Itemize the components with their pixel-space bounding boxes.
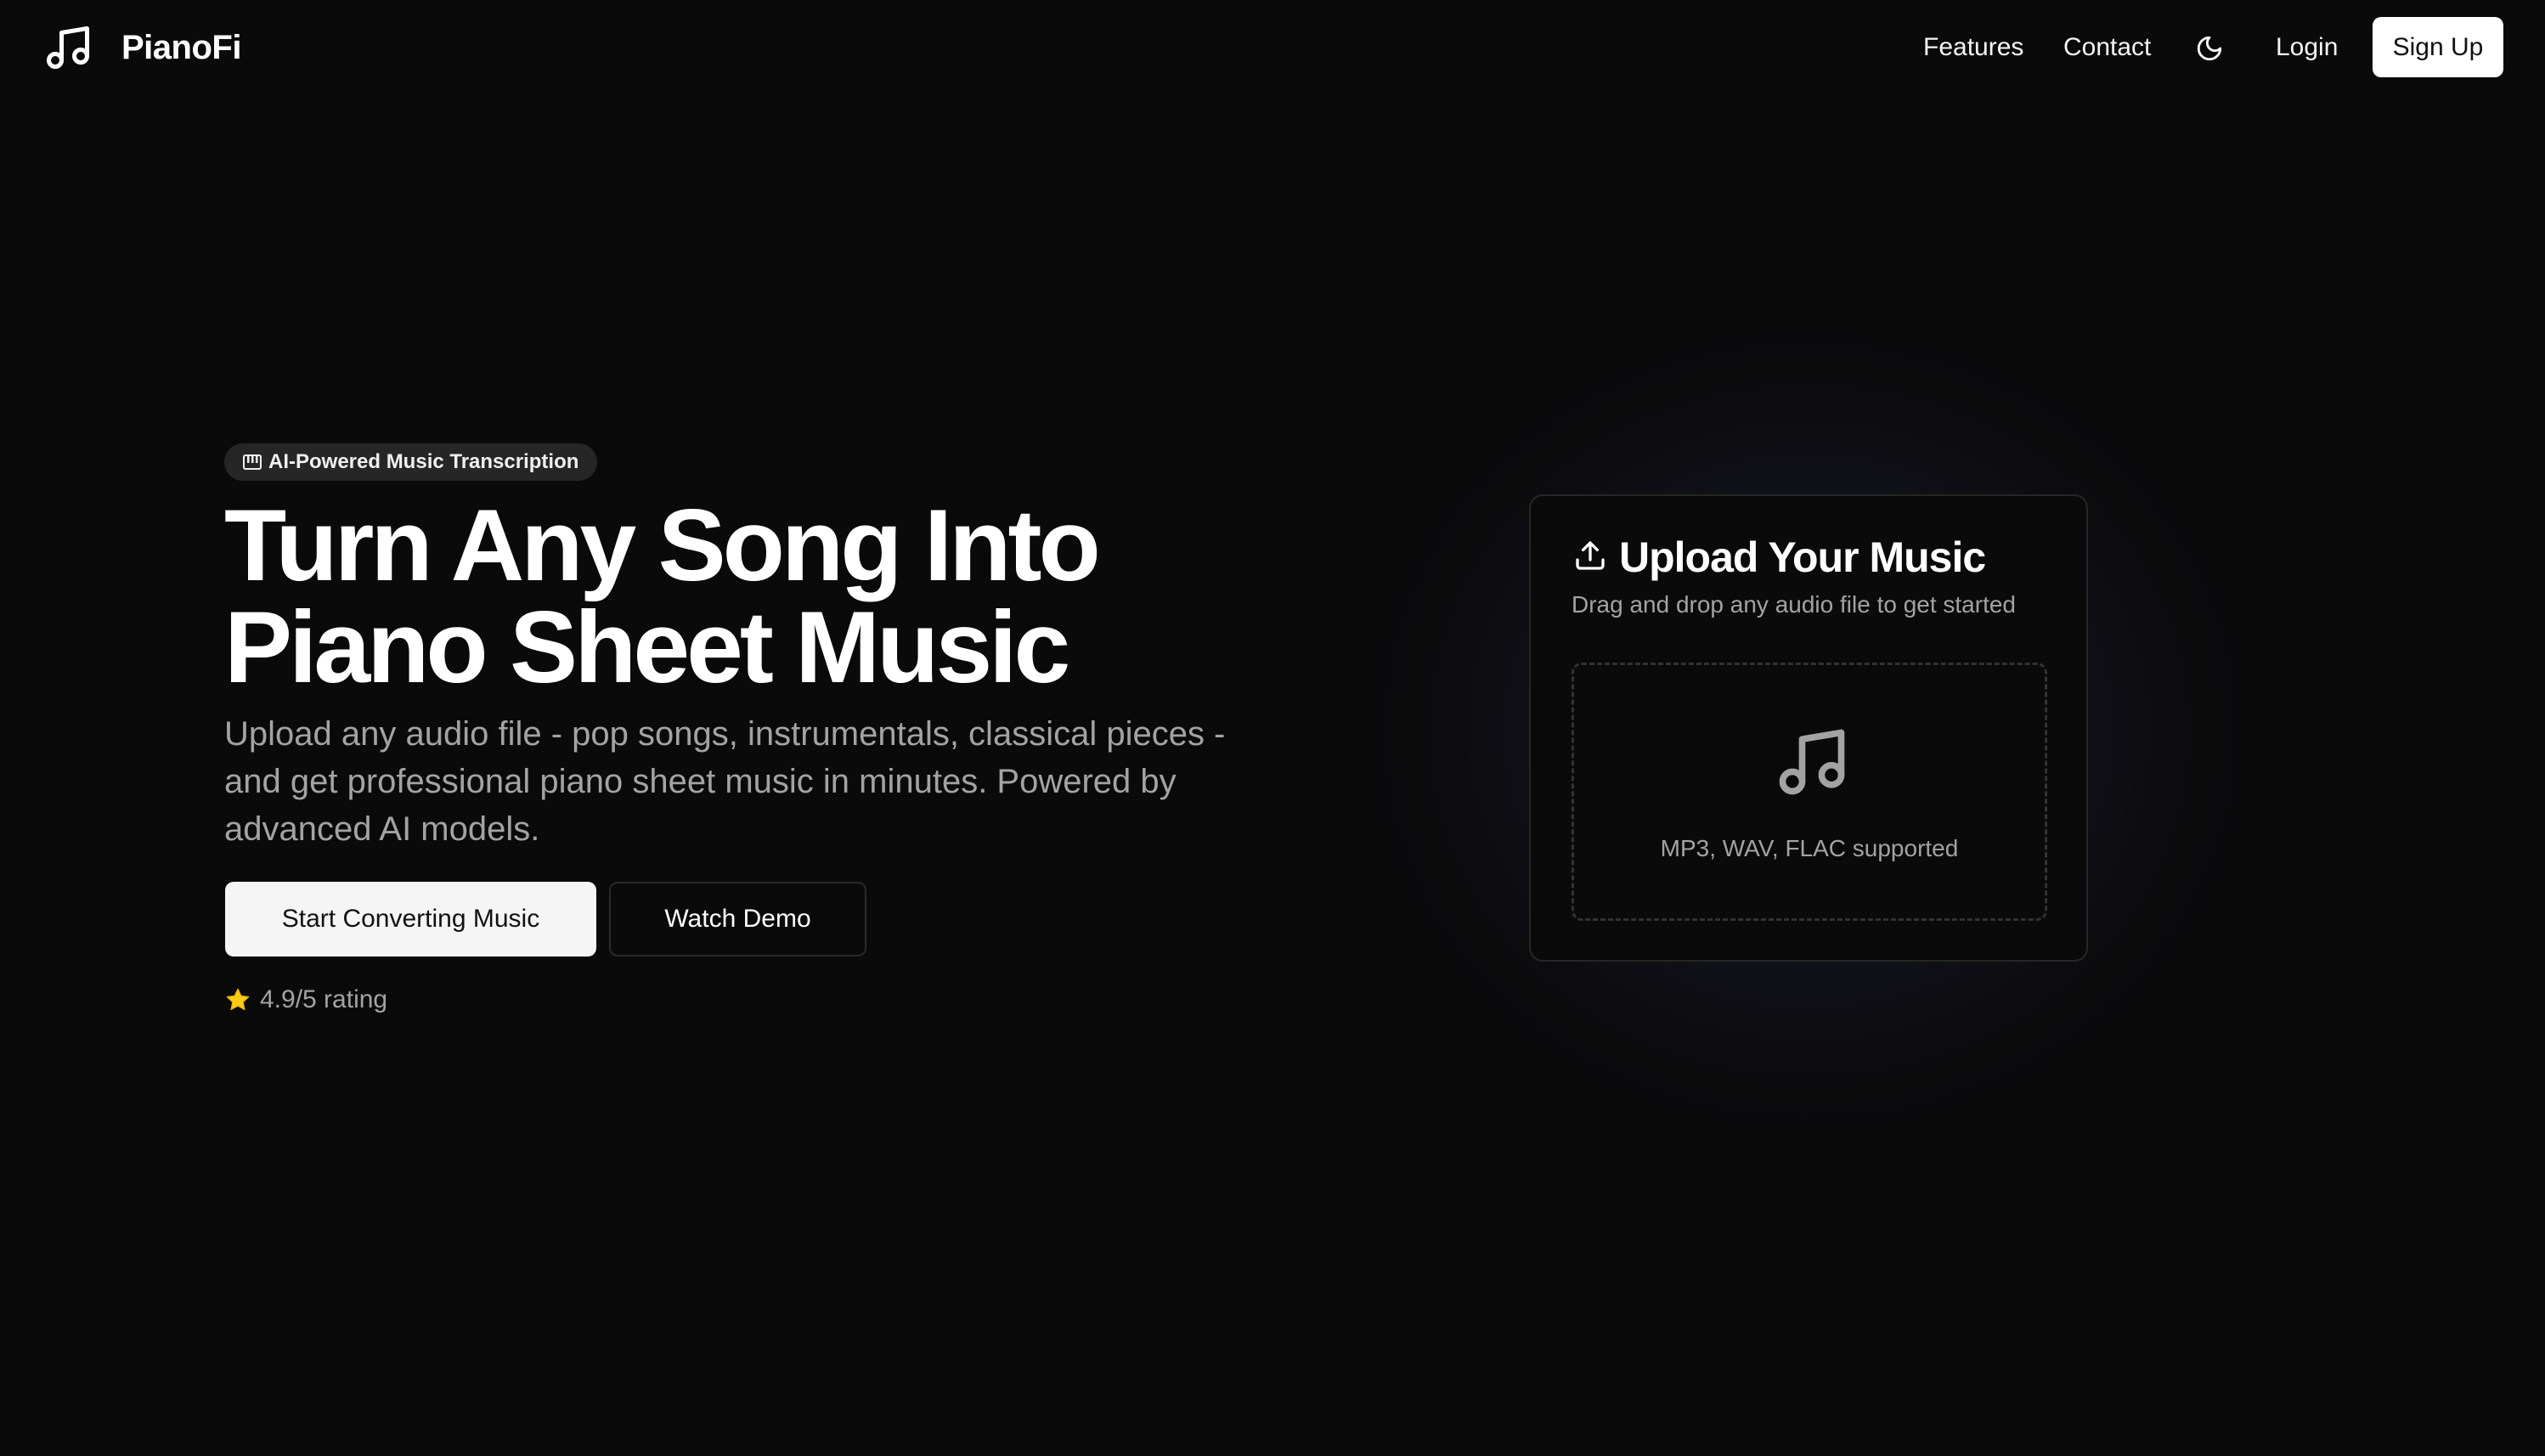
watch-demo-button[interactable]: Watch Demo: [609, 882, 866, 957]
upload-icon: [1576, 541, 1605, 570]
piano-keys-icon: [243, 454, 262, 470]
login-link[interactable]: Login: [2276, 29, 2338, 66]
upload-card-title: Upload Your Music: [1619, 533, 1986, 581]
nav-contact-link[interactable]: Contact: [2063, 29, 2151, 66]
music-note-icon[interactable]: [42, 22, 93, 73]
nav-features-link[interactable]: Features: [1923, 29, 2023, 66]
feature-badge: AI-Powered Music Transcription: [224, 443, 598, 481]
hero-title: Turn Any Song Into Piano Sheet Music: [224, 488, 1101, 704]
badge-label: AI-Powered Music Transcription: [268, 450, 579, 473]
moon-icon[interactable]: [2195, 34, 2224, 63]
rating: 4.9/5 rating: [224, 983, 387, 1017]
hero-title-line-2: Piano Sheet Music: [224, 590, 1070, 704]
upload-card-description: Drag and drop any audio file to get star…: [1572, 591, 2017, 618]
supported-formats-text: MP3, WAV, FLAC supported: [1660, 835, 1959, 861]
music-note-icon: [1779, 729, 1845, 795]
hero-subtitle: Upload any audio file - pop songs, instr…: [224, 715, 1226, 848]
landing-page: PianoFi Features Contact Login Sign Up A…: [0, 0, 2545, 1456]
star-icon: [226, 988, 250, 1011]
rating-text: 4.9/5 rating: [260, 985, 388, 1013]
brand-name[interactable]: PianoFi: [121, 24, 241, 71]
site-header: PianoFi Features Contact Login Sign Up: [0, 0, 2545, 95]
start-converting-button[interactable]: Start Converting Music: [225, 882, 596, 957]
hero-title-line-1: Turn Any Song Into: [224, 488, 1101, 602]
signup-button[interactable]: Sign Up: [2373, 17, 2503, 77]
file-dropzone[interactable]: MP3, WAV, FLAC supported: [1572, 663, 2047, 921]
upload-card: Upload Your Music Drag and drop any audi…: [1529, 494, 2088, 962]
